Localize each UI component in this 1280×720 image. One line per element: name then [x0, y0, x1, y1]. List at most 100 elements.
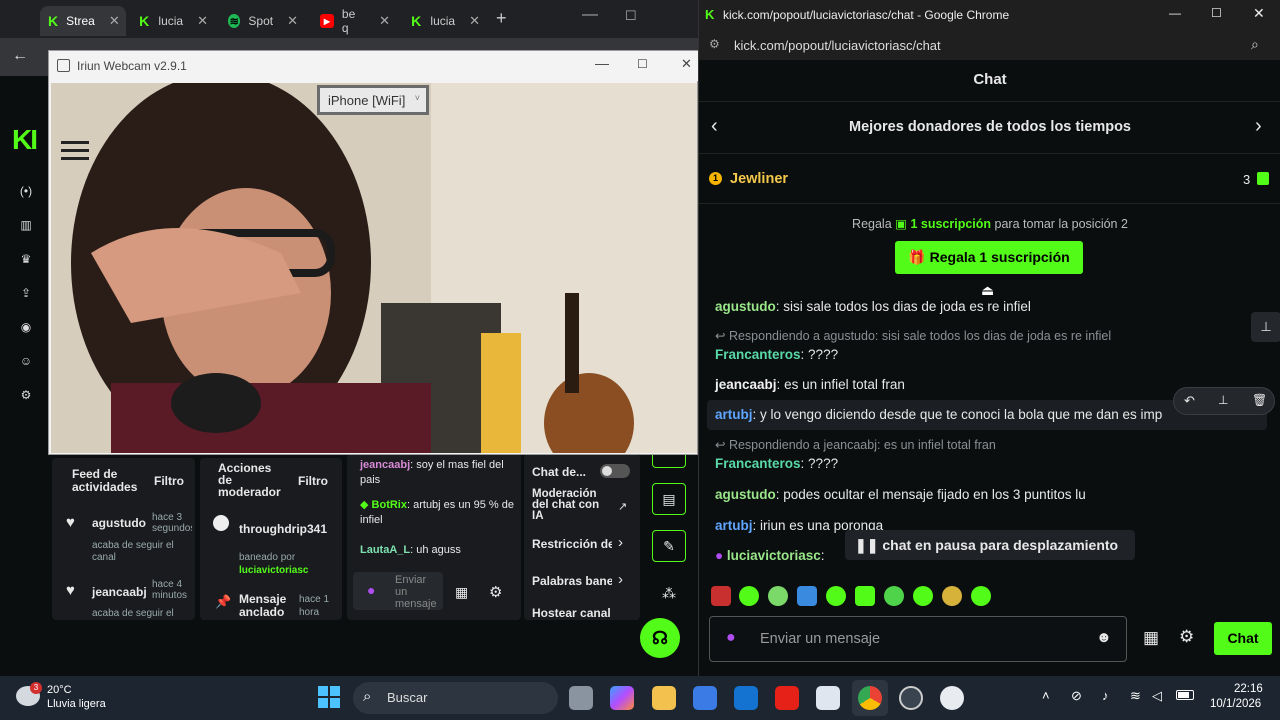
chat-paused-banner[interactable]: ❚❚ chat en pausa para desplazamiento — [845, 530, 1135, 560]
setting-restriction[interactable]: Restricción de — [532, 537, 612, 551]
emote-icon[interactable] — [739, 586, 759, 606]
close-icon[interactable]: ✕ — [681, 56, 692, 72]
tab-lucia[interactable]: Klucia ✕ — [130, 6, 216, 36]
minimize-icon[interactable]: — — [1169, 6, 1181, 20]
upload-icon[interactable]: ⇪ — [18, 286, 34, 300]
emote-icon[interactable] — [826, 586, 846, 606]
address-bar[interactable]: ⚙ kick.com/popout/luciavictoriasc/chat ⌕ — [699, 30, 1280, 60]
tool-button[interactable] — [652, 454, 686, 468]
minimize-icon[interactable]: — — [582, 6, 598, 24]
tab-lucia-2[interactable]: Klucia ✕ — [402, 6, 488, 36]
menu-icon[interactable] — [61, 141, 89, 160]
store-icon[interactable] — [693, 686, 717, 710]
gear-icon[interactable]: ⚙ — [1179, 627, 1194, 647]
emoji-icon[interactable]: ☻ — [1096, 629, 1112, 646]
outlook-icon[interactable] — [734, 686, 758, 710]
clock-time[interactable]: 22:16 — [1234, 683, 1263, 695]
microphone-icon[interactable]: ♪ — [1102, 688, 1109, 703]
dots-icon[interactable]: ⁂ — [662, 585, 676, 602]
wifi-icon[interactable]: ≋ — [1130, 688, 1141, 704]
obs-icon[interactable] — [899, 686, 923, 710]
volume-icon[interactable]: ◁ — [1152, 688, 1162, 704]
setting-ai-mod[interactable]: Moderación del chat con IA — [532, 488, 607, 522]
wrench-icon[interactable]: ✎ — [652, 530, 686, 562]
trophy-icon[interactable]: ♛ — [18, 252, 34, 266]
emote-icon[interactable] — [971, 586, 991, 606]
store-icon[interactable]: ▦ — [455, 584, 468, 601]
clock-date[interactable]: 10/1/2026 — [1210, 698, 1261, 710]
zoom-icon[interactable]: ⌕ — [1251, 36, 1259, 53]
device-select[interactable]: iPhone [WiFi] ˅ — [317, 85, 429, 115]
youtube-icon[interactable] — [775, 686, 799, 710]
iriun-icon[interactable] — [940, 686, 964, 710]
close-icon[interactable]: ✕ — [1253, 5, 1265, 22]
mini-chat-input[interactable]: ● Enviar un mensaje — [353, 572, 443, 610]
tab-youtube[interactable]: ▶ be q ✕ — [312, 6, 398, 36]
copilot-icon[interactable] — [610, 686, 634, 710]
users-icon[interactable]: ☺ — [18, 354, 34, 368]
filter-button[interactable]: Filtro — [298, 474, 328, 488]
emote-icon[interactable] — [797, 586, 817, 606]
weather-desc[interactable]: Lluvia ligera — [47, 698, 106, 710]
emote-icon[interactable] — [855, 586, 875, 606]
reply-icon[interactable]: ↶ — [1184, 393, 1195, 409]
task-view-icon[interactable] — [569, 686, 593, 710]
gear-icon[interactable]: ⚙ — [489, 583, 502, 601]
donor-row: 1 Jewliner 3 — [699, 154, 1280, 204]
chat-toggle[interactable] — [600, 464, 630, 478]
tab-spotify[interactable]: ≋ Spot ✕ — [220, 6, 306, 36]
close-icon[interactable]: ✕ — [379, 13, 390, 29]
back-icon[interactable]: ← — [12, 47, 28, 65]
search-box[interactable]: ⌕ Buscar — [353, 682, 558, 714]
maximize-icon[interactable]: ☐ — [1211, 6, 1222, 20]
trash-icon[interactable]: 🗑 — [1252, 393, 1267, 407]
battery-icon[interactable] — [1176, 690, 1194, 700]
emote-icon[interactable] — [768, 586, 788, 606]
layout-icon[interactable]: ▤ — [652, 483, 686, 515]
emote-icon[interactable] — [913, 586, 933, 606]
new-tab-button[interactable]: + — [496, 8, 507, 29]
maximize-icon[interactable]: ☐ — [637, 57, 648, 71]
weather-temp[interactable]: 20°C — [47, 684, 72, 696]
analytics-icon[interactable]: ▥ — [18, 218, 34, 232]
filter-button[interactable]: Filtro — [154, 474, 184, 488]
emote-icon[interactable] — [942, 586, 962, 606]
setting-banned-words[interactable]: Palabras bane — [532, 574, 612, 588]
gear-icon[interactable]: ⚙ — [18, 388, 34, 402]
setting-host[interactable]: Hostear canal — [532, 606, 611, 620]
tab-stream[interactable]: K Strea ✕ — [40, 6, 126, 36]
store-icon[interactable]: ▦ — [1143, 628, 1159, 648]
feed-user[interactable]: agustudo — [92, 516, 146, 530]
donor-name[interactable]: Jewliner — [730, 171, 788, 187]
close-icon[interactable]: ✕ — [197, 13, 208, 29]
start-button[interactable] — [318, 686, 340, 708]
send-chat-button[interactable]: Chat — [1214, 622, 1272, 655]
gift-sub-button[interactable]: 🎁 Regala 1 suscripción — [895, 241, 1083, 274]
close-icon[interactable]: ✕ — [287, 13, 298, 29]
emote-icon[interactable] — [711, 586, 731, 606]
chevron-up-icon[interactable]: ˄ — [1042, 688, 1050, 703]
pin-icon[interactable]: ⊥ — [1218, 393, 1228, 407]
banned-user[interactable]: throughdrip341 — [239, 522, 339, 536]
app-icon[interactable] — [816, 686, 840, 710]
feed-time: hace 3 segundos — [152, 512, 192, 534]
chevron-right-icon[interactable]: › — [1255, 115, 1262, 138]
mini-chat-msg: jeancaabj: soy el mas fiel del pais — [360, 459, 504, 486]
close-icon[interactable]: ✕ — [109, 13, 120, 29]
site-settings-icon[interactable]: ⚙ — [709, 37, 720, 51]
camera-icon[interactable]: ◉ — [18, 320, 34, 334]
maximize-icon[interactable]: ☐ — [625, 8, 637, 24]
network-off-icon[interactable]: ⊘ — [1071, 688, 1082, 704]
close-icon[interactable]: ✕ — [469, 13, 480, 29]
collapse-icon[interactable]: ⏏ — [981, 282, 994, 299]
feed-user[interactable]: jeancaabj — [92, 585, 147, 599]
chrome-icon[interactable] — [858, 686, 882, 710]
chat-input[interactable]: ● Enviar un mensaje ☻ — [709, 616, 1127, 662]
support-button[interactable]: ☊ — [640, 618, 680, 658]
file-explorer-icon[interactable] — [652, 686, 676, 710]
live-icon[interactable]: (•) — [18, 184, 34, 198]
minimize-icon[interactable]: — — [595, 55, 609, 71]
mic-icon[interactable]: ● — [726, 629, 736, 647]
pin-icon[interactable]: ⊥ — [1251, 312, 1280, 342]
emote-icon[interactable] — [884, 586, 904, 606]
